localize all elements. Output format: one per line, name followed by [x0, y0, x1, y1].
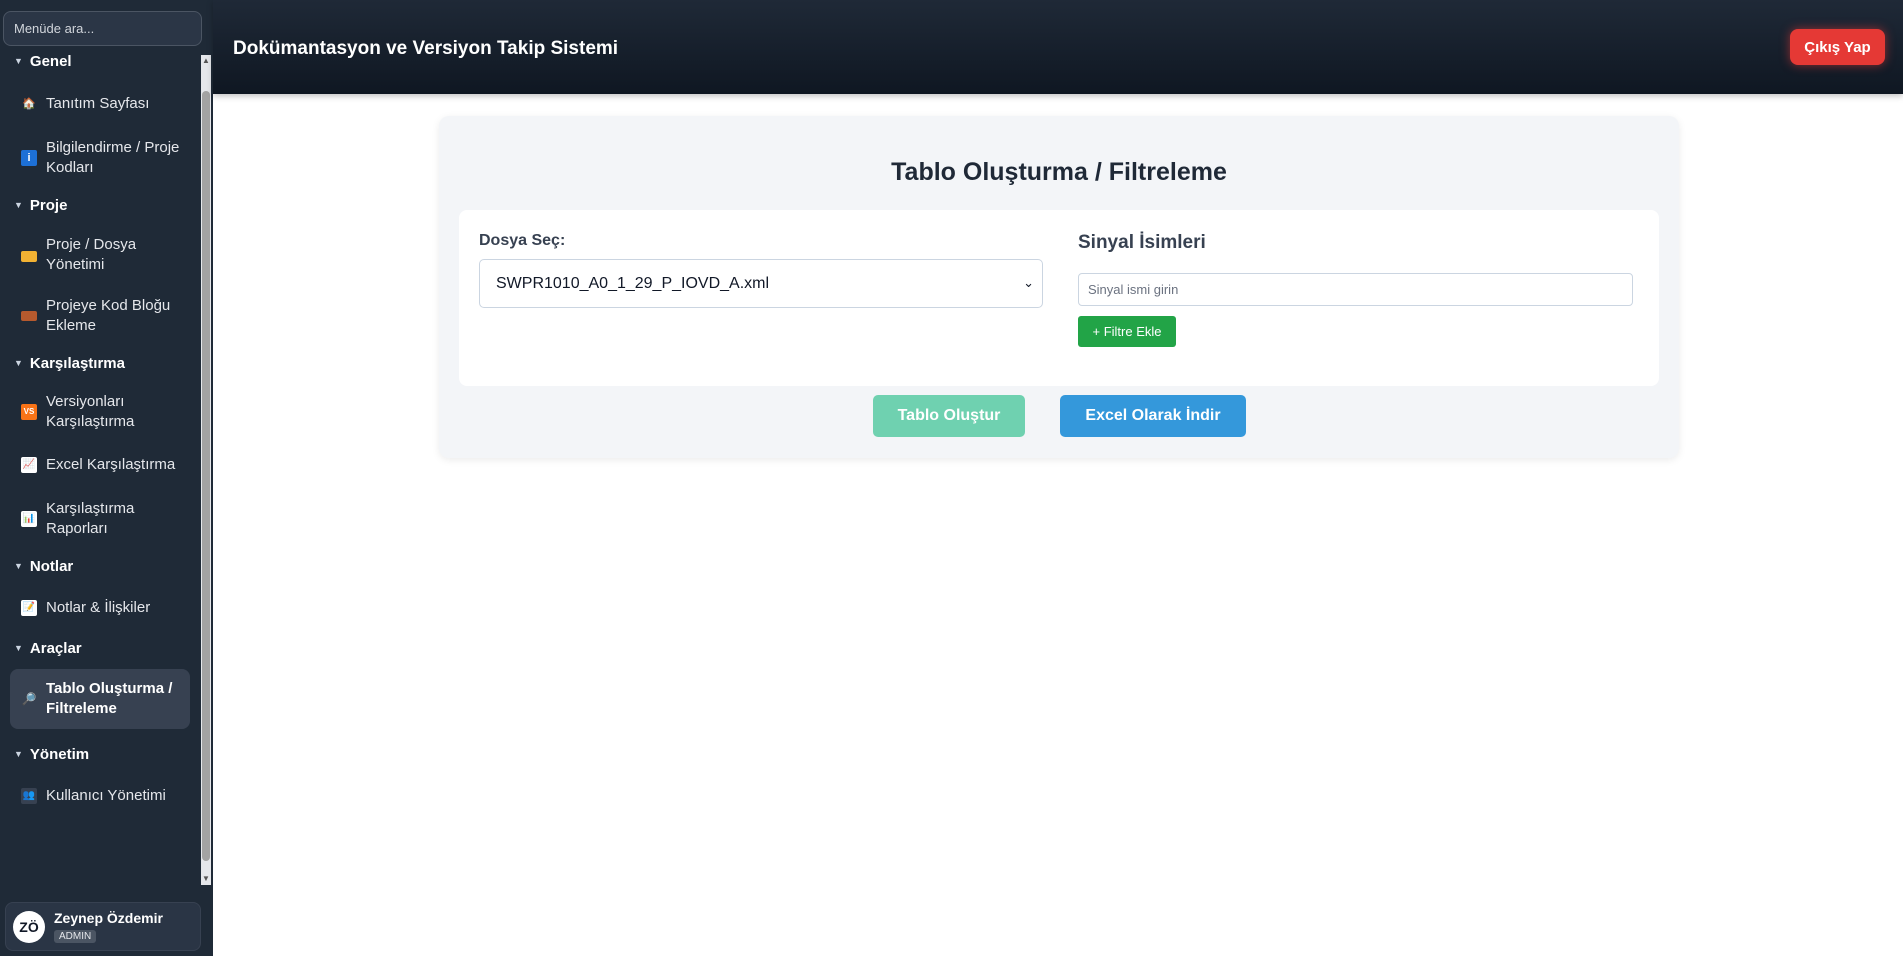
folder-icon: [21, 250, 37, 262]
scroll-down-icon[interactable]: ▼: [201, 873, 211, 885]
app-title: Dokümantasyon ve Versiyon Takip Sistemi: [233, 38, 619, 59]
user-name: Zeynep Özdemir: [54, 909, 163, 926]
menu-search: [3, 11, 202, 46]
bar-chart-icon: 📊: [21, 511, 37, 527]
form-card: Dosya Seç: SWPR1010_A0_1_29_P_IOVD_A.xml…: [459, 210, 1659, 386]
scrollbar-thumb[interactable]: [202, 91, 210, 861]
sidebar-item-tanitim[interactable]: 🏠 Tanıtım Sayfası: [10, 85, 190, 123]
sidebar-item-versiyon-karsilastirma[interactable]: VS Versiyonları Karşılaştırma: [10, 386, 190, 438]
file-select-label: Dosya Seç:: [479, 232, 566, 249]
sidebar-item-excel-karsilastirma[interactable]: 📈 Excel Karşılaştırma: [10, 446, 190, 484]
sidebar-item-label: Tanıtım Sayfası: [46, 95, 150, 112]
section-title: Yönetim: [29, 745, 90, 763]
signal-names-title: Sinyal İsimleri: [1078, 232, 1206, 253]
sidebar-item-tablo-olusturma[interactable]: 🔎 Tablo Oluşturma / Filtreleme: [10, 669, 190, 729]
sidebar-item-kullanici-yonetimi[interactable]: 👥 Kullanıcı Yönetimi: [10, 777, 190, 815]
caret-down-icon: ▼: [14, 200, 23, 210]
download-excel-button[interactable]: Excel Olarak İndir: [1060, 395, 1246, 437]
sidebar-item-kod-blogu[interactable]: Projeye Kod Bloğu Ekleme: [10, 290, 190, 342]
sidebar-item-label: Excel Karşılaştırma: [46, 456, 176, 473]
home-icon: 🏠: [22, 98, 36, 110]
caret-down-icon: ▼: [14, 56, 23, 66]
scroll-up-icon[interactable]: ▲: [201, 55, 211, 67]
user-card[interactable]: ZÖ Zeynep Özdemir ADMIN: [5, 902, 201, 951]
caret-down-icon: ▼: [14, 643, 23, 653]
sidebar-scrollbar[interactable]: ▲ ▼: [201, 55, 211, 885]
sidebar-item-label: Bilgilendirme / Proje Kodları: [46, 139, 180, 176]
logout-button[interactable]: Çıkış Yap: [1790, 29, 1885, 65]
section-araclar[interactable]: ▼ Araçlar: [0, 637, 200, 659]
file-select[interactable]: SWPR1010_A0_1_29_P_IOVD_A.xml ⌄: [479, 259, 1043, 308]
bricks-icon: [21, 311, 37, 321]
memo-icon: 📝: [21, 600, 37, 616]
info-icon: i: [21, 150, 37, 166]
create-table-button[interactable]: Tablo Oluştur: [873, 395, 1025, 437]
sidebar-item-label: Notlar & İlişkiler: [46, 599, 151, 616]
caret-down-icon: ▼: [14, 358, 23, 368]
section-title: Notlar: [29, 557, 74, 575]
magnifier-icon: 🔎: [21, 692, 37, 706]
avatar: ZÖ: [13, 910, 45, 943]
chevron-down-icon: ⌄: [1023, 275, 1034, 290]
sidebar-item-proje-dosya[interactable]: Proje / Dosya Yönetimi: [10, 229, 190, 281]
sidebar-item-label: Projeye Kod Bloğu Ekleme: [46, 297, 171, 334]
add-filter-button[interactable]: + Filtre Ekle: [1078, 316, 1176, 347]
sidebar: ▼ Genel 🏠 Tanıtım Sayfası i Bilgilendirm…: [0, 0, 213, 956]
sidebar-item-label: Kullanıcı Yönetimi: [46, 787, 166, 804]
user-admin-icon: 👥: [21, 788, 37, 804]
page-title: Tablo Oluşturma / Filtreleme: [891, 158, 1227, 186]
caret-down-icon: ▼: [14, 561, 23, 571]
chart-up-icon: 📈: [21, 457, 37, 473]
sidebar-item-label: Tablo Oluşturma / Filtreleme: [46, 680, 173, 717]
section-title: Karşılaştırma: [29, 354, 125, 372]
file-select-value: SWPR1010_A0_1_29_P_IOVD_A.xml: [496, 274, 770, 292]
sidebar-menu: ▼ Genel 🏠 Tanıtım Sayfası i Bilgilendirm…: [0, 50, 200, 885]
sidebar-item-label: Versiyonları Karşılaştırma: [46, 393, 135, 430]
section-proje[interactable]: ▼ Proje: [0, 194, 200, 216]
sidebar-item-label: Proje / Dosya Yönetimi: [46, 236, 137, 273]
section-title: Araçlar: [29, 639, 82, 657]
sidebar-item-bilgilendirme[interactable]: i Bilgilendirme / Proje Kodları: [10, 132, 190, 184]
table-builder-panel: Tablo Oluşturma / Filtreleme Dosya Seç: …: [439, 116, 1679, 458]
role-badge: ADMIN: [54, 929, 97, 943]
vs-icon: VS: [21, 404, 37, 420]
signal-name-input[interactable]: [1078, 273, 1633, 306]
caret-down-icon: ▼: [14, 749, 23, 759]
sidebar-item-raporlar[interactable]: 📊 Karşılaştırma Raporları: [10, 493, 190, 545]
section-yonetim[interactable]: ▼ Yönetim: [0, 743, 200, 765]
sidebar-item-notlar[interactable]: 📝 Notlar & İlişkiler: [10, 589, 190, 627]
menu-search-input[interactable]: [3, 11, 202, 46]
section-title: Proje: [29, 196, 68, 214]
user-info: Zeynep Özdemir ADMIN: [54, 910, 163, 944]
sidebar-item-label: Karşılaştırma Raporları: [46, 500, 135, 537]
top-header: Dokümantasyon ve Versiyon Takip Sistemi …: [213, 0, 1903, 94]
section-title: Genel: [29, 52, 72, 70]
section-genel[interactable]: ▼ Genel: [0, 50, 200, 72]
section-karsilastirma[interactable]: ▼ Karşılaştırma: [0, 352, 200, 374]
section-notlar[interactable]: ▼ Notlar: [0, 555, 200, 577]
